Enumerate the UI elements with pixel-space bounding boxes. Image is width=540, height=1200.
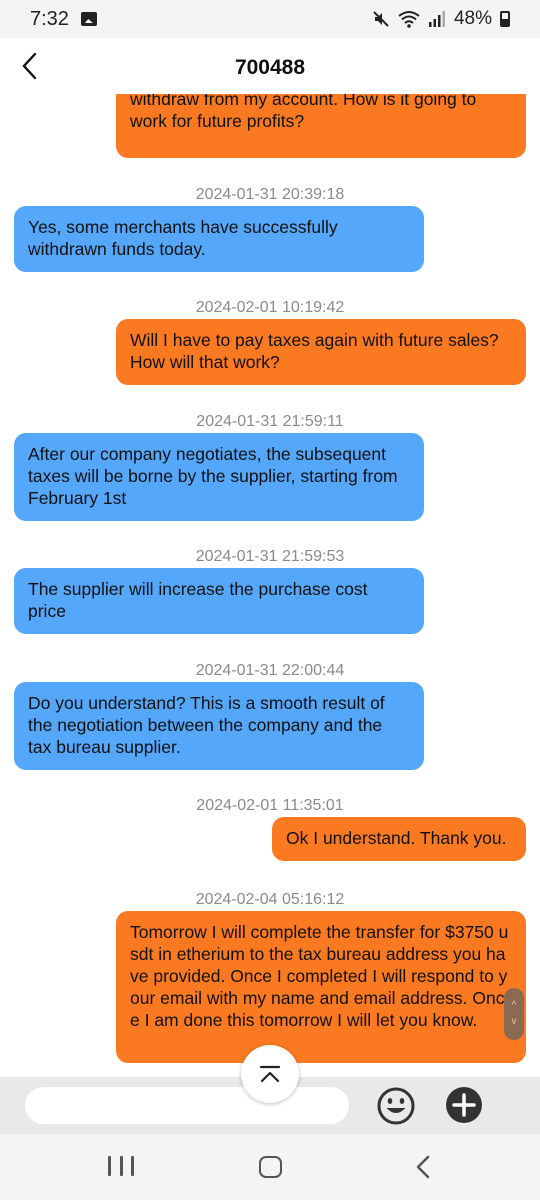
message-item: 2024-01-31 22:00:44: [0, 662, 540, 680]
message-text: Once everything is complete and I am abl…: [130, 94, 477, 131]
home-button[interactable]: [259, 1156, 282, 1178]
message-item: 2024-02-01 11:35:01: [0, 797, 540, 815]
message-item: 2024-01-31 20:39:18: [0, 186, 540, 204]
back-button[interactable]: [14, 46, 44, 86]
chat-title: 700488: [234, 56, 306, 79]
message-list[interactable]: Once everything is complete and I am abl…: [0, 94, 540, 1077]
recents-button[interactable]: [108, 1156, 134, 1178]
received-message-bubble[interactable]: Yes, some merchants have successfully wi…: [14, 206, 424, 272]
message-text: Tomorrow I will complete the transfer fo…: [130, 922, 509, 1030]
message-timestamp: 2024-02-04 05:16:12: [195, 891, 345, 908]
message-text: Ok I understand. Thank you.: [286, 828, 507, 848]
recents-icon-bar: [131, 1156, 134, 1176]
status-bar: 7:32 48%: [0, 0, 540, 38]
chat-header: 700488: [0, 38, 540, 94]
gallery-notification-icon: [80, 12, 97, 26]
message-timestamp: 2024-01-31 21:59:11: [196, 413, 344, 430]
received-message-bubble[interactable]: Do you understand? This is a smooth resu…: [14, 682, 424, 770]
sent-message-bubble[interactable]: Will I have to pay taxes again with futu…: [116, 319, 526, 385]
status-icons: 48%: [372, 8, 510, 30]
received-message-bubble[interactable]: The supplier will increase the purchase …: [14, 568, 424, 634]
message-text: Do you understand? This is a smooth resu…: [28, 693, 385, 757]
recents-icon-bar: [119, 1156, 123, 1176]
message-item: 2024-01-31 21:59:53: [0, 548, 540, 566]
message-timestamp: 2024-02-01 11:35:01: [196, 797, 344, 814]
message-text: Will I have to pay taxes again with futu…: [130, 330, 499, 372]
battery-percent: 48%: [453, 8, 492, 29]
message-text: After our company negotiates, the subseq…: [28, 444, 398, 508]
chevron-up-bar-icon: [259, 1065, 281, 1083]
mute-icon: [373, 11, 389, 27]
scroll-thumb[interactable]: ^ v: [504, 988, 524, 1040]
recents-icon-bar: [108, 1156, 111, 1176]
plus-circle-icon: [446, 1087, 482, 1123]
sent-message-bubble[interactable]: Ok I understand. Thank you.: [272, 817, 526, 861]
message-timestamp: 2024-02-01 10:19:42: [195, 299, 345, 316]
message-text: The supplier will increase the purchase …: [28, 579, 368, 621]
sent-message-bubble[interactable]: Once everything is complete and I am abl…: [116, 94, 526, 158]
message-timestamp: 2024-01-31 21:59:53: [195, 548, 345, 565]
message-input[interactable]: [25, 1087, 349, 1124]
attach-button[interactable]: [445, 1086, 483, 1124]
status-time: 7:32: [30, 7, 69, 30]
message-item: 2024-02-01 10:19:42: [0, 299, 540, 317]
scroll-to-top-button[interactable]: [241, 1045, 299, 1103]
system-nav-bar: [0, 1134, 540, 1200]
smiley-icon: [377, 1087, 415, 1125]
message-text: Yes, some merchants have successfully wi…: [28, 217, 338, 259]
message-timestamp: 2024-01-31 20:39:18: [195, 186, 345, 203]
message-item: 2024-02-04 05:16:12: [0, 891, 540, 909]
chevron-up-small-icon: ^: [511, 1000, 517, 1011]
sent-message-bubble[interactable]: Tomorrow I will complete the transfer fo…: [116, 911, 526, 1063]
battery-icon: [500, 11, 510, 27]
message-item: 2024-01-31 21:59:11: [0, 413, 540, 431]
signal-icon: [428, 11, 445, 27]
received-message-bubble[interactable]: After our company negotiates, the subseq…: [14, 433, 424, 521]
chevron-left-icon: [22, 52, 37, 80]
emoji-button[interactable]: [376, 1086, 416, 1126]
chevron-down-small-icon: v: [511, 1016, 517, 1027]
system-back-button[interactable]: [412, 1154, 434, 1180]
message-timestamp: 2024-01-31 22:00:44: [195, 662, 345, 679]
wifi-icon: [398, 11, 420, 28]
